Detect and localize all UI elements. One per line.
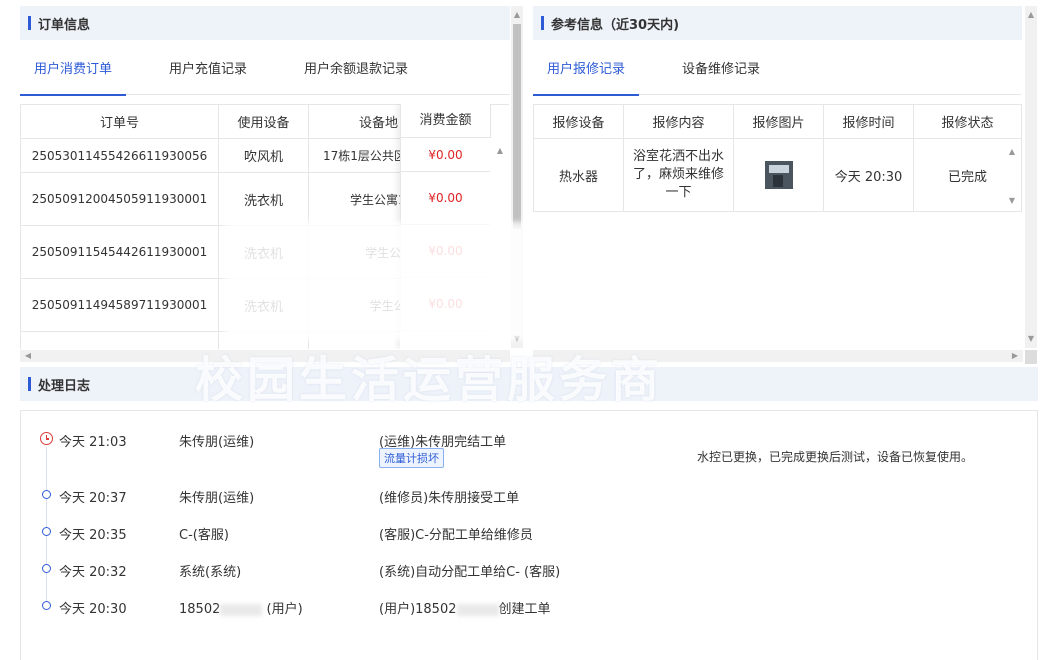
log-time: 今天 20:37 bbox=[59, 491, 127, 506]
col-header-repair-content: 报修内容 bbox=[623, 104, 734, 139]
amount-cell: ¥0.00 bbox=[400, 138, 490, 172]
scroll-down-arrow[interactable]: ▼ bbox=[1006, 196, 1018, 206]
scroll-up-arrow[interactable]: ▲ bbox=[1006, 147, 1018, 157]
operator-role: (用户) bbox=[266, 602, 303, 617]
order-no-cell: 25050912004505911930001 bbox=[20, 172, 219, 226]
log-time: 今天 21:03 bbox=[59, 435, 127, 450]
col-header-amount: 消费金额 bbox=[400, 104, 490, 138]
col-header-repair-status: 报修状态 bbox=[913, 104, 1022, 139]
timeline-dot-icon bbox=[42, 601, 51, 610]
tab-user-consumption-orders[interactable]: 用户消费订单 bbox=[19, 45, 127, 96]
photo-detail bbox=[772, 175, 783, 187]
tab-user-repair-records[interactable]: 用户报修记录 bbox=[532, 45, 640, 96]
right-panel-scrollbar[interactable]: ▲ ▼ bbox=[1025, 6, 1037, 348]
amount-cell: ¥0.00 bbox=[400, 172, 490, 225]
fixed-amount-column: 消费金额 ¥0.00 ¥0.00 ¥0.00 ¥0.00 bbox=[400, 104, 490, 349]
timeline-dot-icon bbox=[42, 564, 51, 573]
log-time: 今天 20:30 bbox=[59, 602, 127, 617]
log-operator: 朱传朋(运维) bbox=[179, 435, 255, 450]
timeline-dot-icon bbox=[42, 527, 51, 536]
log-time: 今天 20:35 bbox=[59, 528, 127, 543]
scroll-up-arrow[interactable]: ▲ bbox=[1025, 10, 1037, 20]
section-accent-bar bbox=[28, 377, 31, 391]
device-cell: 洗衣机 bbox=[218, 225, 309, 279]
col-header-repair-time: 报修时间 bbox=[823, 104, 914, 139]
scroll-corner bbox=[1025, 350, 1037, 364]
log-action: (系统)自动分配工单给C- (客服) bbox=[379, 565, 561, 580]
repair-table-header-row: 报修设备 报修内容 报修图片 报修时间 报修状态 bbox=[533, 104, 1022, 139]
photo-detail bbox=[768, 165, 789, 173]
col-header-amount bbox=[490, 104, 509, 139]
scroll-right-arrow[interactable]: ▶ bbox=[1009, 351, 1021, 361]
action-prefix: (用户)18502 bbox=[379, 602, 457, 617]
device-cell: 吹风机 bbox=[218, 138, 309, 173]
repair-content-cell: 浴室花洒不出水了，麻烦来维修一下 bbox=[623, 138, 734, 212]
log-timeline: 今天 21:03 朱传朋(运维) (运维)朱传朋完结工单 流量计损坏 水控已更换… bbox=[20, 410, 1038, 660]
log-action: (用户)18502 创建工单 bbox=[379, 598, 551, 617]
tab-user-recharge-records[interactable]: 用户充值记录 bbox=[169, 45, 247, 95]
ref-section-header: 参考信息（近30天内) bbox=[533, 6, 1022, 40]
col-header-repair-device: 报修设备 bbox=[533, 104, 624, 139]
scroll-up-arrow[interactable]: ▲ bbox=[511, 10, 523, 20]
clock-icon bbox=[40, 432, 53, 445]
right-panel-h-scrollbar[interactable]: ▶ bbox=[533, 350, 1023, 362]
repair-table-scrollbar[interactable]: ▲ ▼ bbox=[1003, 139, 1020, 211]
log-time: 今天 20:32 bbox=[59, 565, 127, 580]
redacted-phone bbox=[456, 603, 499, 616]
left-panel-scrollbar[interactable]: ▲ ▼ bbox=[511, 6, 523, 348]
repair-image-cell[interactable] bbox=[733, 138, 824, 212]
order-tabs: 用户消费订单 用户充值记录 用户余额退款记录 bbox=[19, 45, 510, 96]
log-operator: 18502 (用户) bbox=[179, 598, 303, 617]
scroll-down-arrow[interactable]: ▼ bbox=[1025, 334, 1037, 344]
action-suffix: 创建工单 bbox=[498, 602, 551, 617]
scroll-up-arrow[interactable]: ▲ bbox=[494, 146, 506, 156]
log-operator: 系统(系统) bbox=[179, 565, 242, 580]
scroll-left-arrow[interactable]: ◀ bbox=[22, 351, 34, 361]
col-header-repair-image: 报修图片 bbox=[733, 104, 824, 139]
order-section-header: 订单信息 bbox=[20, 6, 510, 40]
section-accent-bar bbox=[541, 16, 544, 30]
table-row[interactable]: 热水器 浴室花洒不出水了，麻烦来维修一下 今天 20:30 已完成 bbox=[533, 138, 1022, 212]
section-accent-bar bbox=[28, 16, 31, 30]
col-header-device: 使用设备 bbox=[218, 104, 309, 139]
ref-tabs: 用户报修记录 设备维修记录 bbox=[532, 45, 1021, 96]
log-section-header: 处理日志 bbox=[20, 367, 1038, 401]
order-table-viewport: 订单号 使用设备 设备地 25053011455426611930056 吹风机… bbox=[20, 104, 509, 349]
tab-user-balance-refund-records[interactable]: 用户余额退款记录 bbox=[304, 45, 408, 95]
order-no-cell: 25050911545442611930001 bbox=[20, 225, 219, 279]
repair-photo-thumbnail[interactable] bbox=[764, 161, 793, 189]
ref-section-title: 参考信息（近30天内) bbox=[551, 17, 680, 33]
order-no-cell: 25053011455426611930056 bbox=[20, 138, 219, 173]
redacted-phone bbox=[220, 603, 263, 616]
order-section-title: 订单信息 bbox=[38, 17, 91, 33]
tab-device-maintenance-records[interactable]: 设备维修记录 bbox=[682, 45, 760, 95]
scroll-down-arrow[interactable]: ▼ bbox=[511, 334, 523, 344]
device-cell: 洗衣机 bbox=[218, 278, 309, 332]
order-table-scrollbar[interactable]: ▲ bbox=[490, 138, 509, 349]
left-panel-h-scrollbar[interactable]: ◀ bbox=[20, 350, 510, 362]
log-operator: 朱传朋(运维) bbox=[179, 491, 255, 506]
log-remark: 水控已更换，已完成更换后测试，设备已恢复使用。 bbox=[697, 450, 974, 464]
amount-cell: ¥0.00 bbox=[400, 278, 490, 331]
fault-tag: 流量计损坏 bbox=[379, 448, 444, 468]
log-section-title: 处理日志 bbox=[38, 378, 91, 394]
order-no-cell: 25050911494589711930001 bbox=[20, 278, 219, 332]
log-action: (维修员)朱传朋接受工单 bbox=[379, 491, 520, 506]
log-action: (客服)C-分配工单给维修员 bbox=[379, 528, 533, 543]
repair-table: 报修设备 报修内容 报修图片 报修时间 报修状态 热水器 浴室花洒不出水了，麻烦… bbox=[533, 104, 1022, 212]
log-operator: C-(客服) bbox=[179, 528, 229, 543]
device-cell: 洗衣机 bbox=[218, 172, 309, 226]
amount-cell: ¥0.00 bbox=[400, 225, 490, 278]
timeline-dot-icon bbox=[42, 490, 51, 499]
repair-table-wrap: 报修设备 报修内容 报修图片 报修时间 报修状态 热水器 浴室花洒不出水了，麻烦… bbox=[533, 104, 1022, 212]
operator-phone-prefix: 18502 bbox=[179, 602, 221, 617]
repair-time-cell: 今天 20:30 bbox=[823, 138, 914, 212]
repair-device-cell: 热水器 bbox=[533, 138, 624, 212]
scroll-thumb[interactable] bbox=[513, 24, 521, 229]
col-header-order-no: 订单号 bbox=[20, 104, 219, 139]
